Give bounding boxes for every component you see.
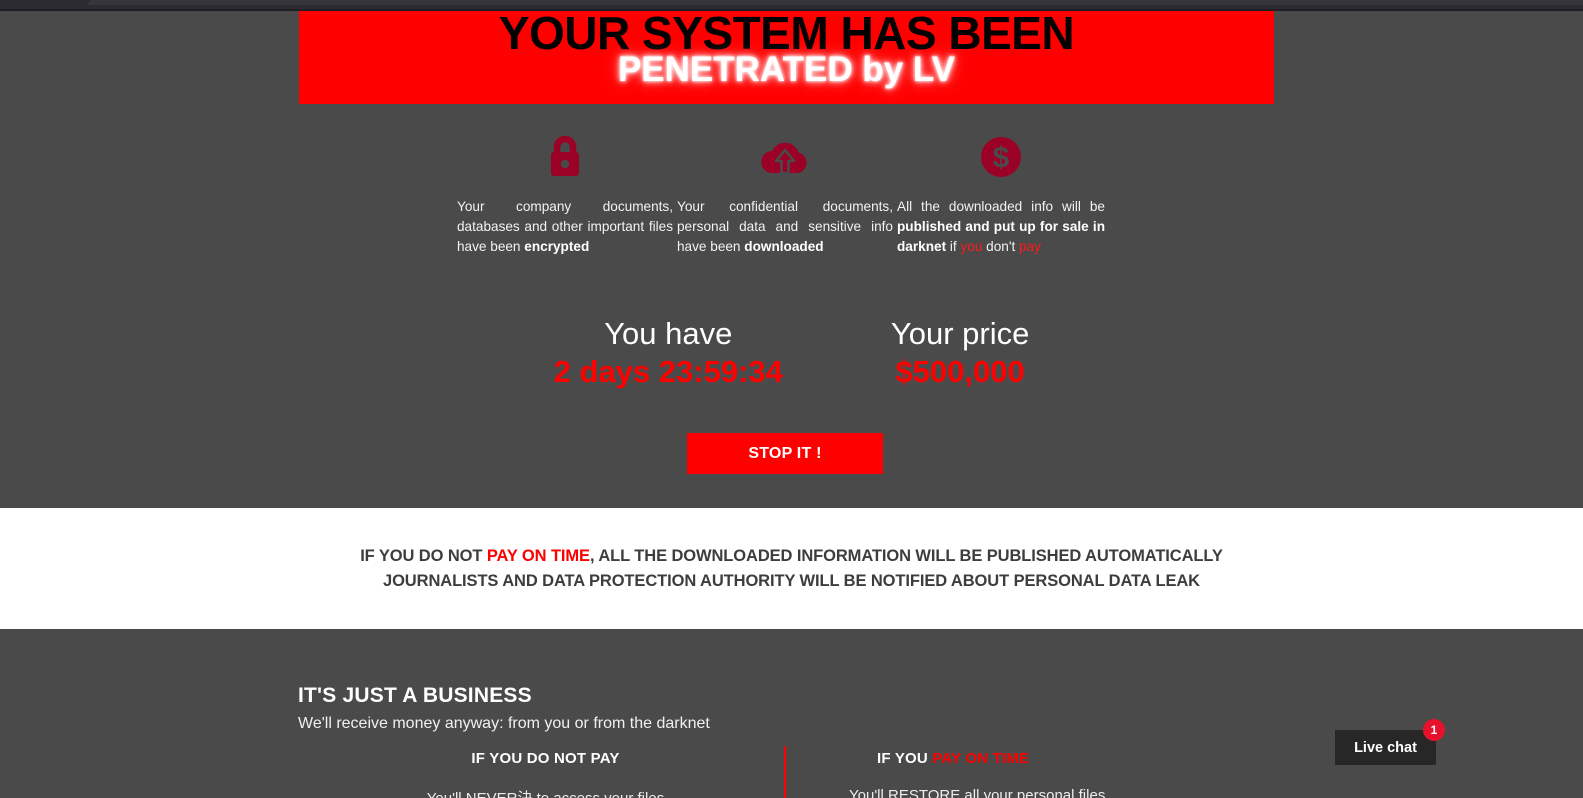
feature-columns: Your company documents, databases and ot… (455, 135, 1115, 257)
cloud-upload-icon (677, 135, 893, 179)
dollar-circle-icon: $ (897, 135, 1105, 179)
lock-icon (457, 135, 673, 179)
business-heading-pay-a: IF YOU (877, 750, 933, 767)
business-column-pay: IF YOU PAY ON TIME You'll RESTORE all yo… (793, 750, 1288, 798)
live-chat-button[interactable]: Live chat (1335, 730, 1436, 765)
business-item: You'll NEVER決 to access your files (298, 787, 793, 798)
business-heading-pay-red: PAY ON TIME (932, 750, 1030, 767)
feature-text-bold: downloaded (744, 239, 824, 254)
warning-line-1b: , ALL THE DOWNLOADED INFORMATION WILL BE… (589, 546, 1223, 565)
business-columns: IF YOU DO NOT PAY You'll NEVER決 to acces… (298, 750, 1288, 798)
business-title: IT'S JUST A BUSINESS (298, 684, 532, 707)
svg-text:$: $ (993, 142, 1010, 175)
browser-tab[interactable] (88, 0, 1583, 5)
feature-downloaded: Your confidential documents, personal da… (675, 135, 895, 257)
business-column-not-pay: IF YOU DO NOT PAY You'll NEVER決 to acces… (298, 750, 793, 798)
headline-banner: YOUR SYSTEM HAS BEEN PENETRATED by LV (299, 8, 1274, 104)
feature-red-you: you (960, 239, 983, 254)
price-label: Your price (890, 316, 1030, 351)
warning-line-2: JOURNALISTS AND DATA PROTECTION AUTHORIT… (383, 571, 1200, 590)
countdown-stat: You have 2 days 23:59:34 (554, 314, 783, 390)
live-chat-label: Live chat (1354, 739, 1417, 756)
feature-text: All the downloaded info will be publishe… (897, 197, 1105, 257)
feature-lead: All the downloaded info will be (897, 199, 1105, 214)
countdown-label: You have (604, 316, 733, 351)
business-subtitle: We'll receive money anyway: from you or … (298, 715, 710, 732)
live-chat-badge[interactable]: 1 (1423, 719, 1445, 741)
hero-section: YOUR SYSTEM HAS BEEN PENETRATED by LV Yo… (0, 8, 1583, 508)
warning-line-1: IF YOU DO NOT PAY ON TIME, ALL THE DOWNL… (360, 544, 1223, 569)
feature-encrypted: Your company documents, databases and ot… (455, 135, 675, 257)
feature-published: $ All the downloaded info will be publis… (895, 135, 1107, 257)
feature-text: Your company documents, databases and ot… (457, 197, 673, 257)
feature-mid: if (946, 239, 961, 254)
business-item: You'll RESTORE all your personal files (849, 787, 1106, 798)
business-section: IT'S JUST A BUSINESS We'll receive money… (0, 629, 1583, 798)
business-heading-not-pay: IF YOU DO NOT PAY (471, 750, 620, 767)
warning-band: IF YOU DO NOT PAY ON TIME, ALL THE DOWNL… (0, 508, 1583, 629)
stats-row: You have 2 days 23:59:34 Your price $500… (0, 314, 1583, 390)
price-stat: Your price $500,000 (891, 314, 1029, 390)
feature-text-bold: encrypted (524, 239, 590, 254)
feature-mid2: don't (982, 239, 1019, 254)
ransomware-page: YOUR SYSTEM HAS BEEN PENETRATED by LV Yo… (0, 0, 1583, 798)
feature-text: Your confidential documents, personal da… (677, 197, 893, 257)
stop-it-button[interactable]: STOP IT ! (687, 433, 883, 474)
warning-line-1a: IF YOU DO NOT (360, 546, 487, 565)
countdown-value: 2 days 23:59:34 (553, 354, 783, 389)
business-heading-pay: IF YOU PAY ON TIME (819, 750, 1288, 767)
warning-line-1-red: PAY ON TIME (486, 546, 590, 565)
feature-red-pay: pay (1019, 239, 1041, 254)
price-value: $500,000 (895, 354, 1025, 389)
headline-secondary: PENETRATED by LV (617, 50, 956, 89)
